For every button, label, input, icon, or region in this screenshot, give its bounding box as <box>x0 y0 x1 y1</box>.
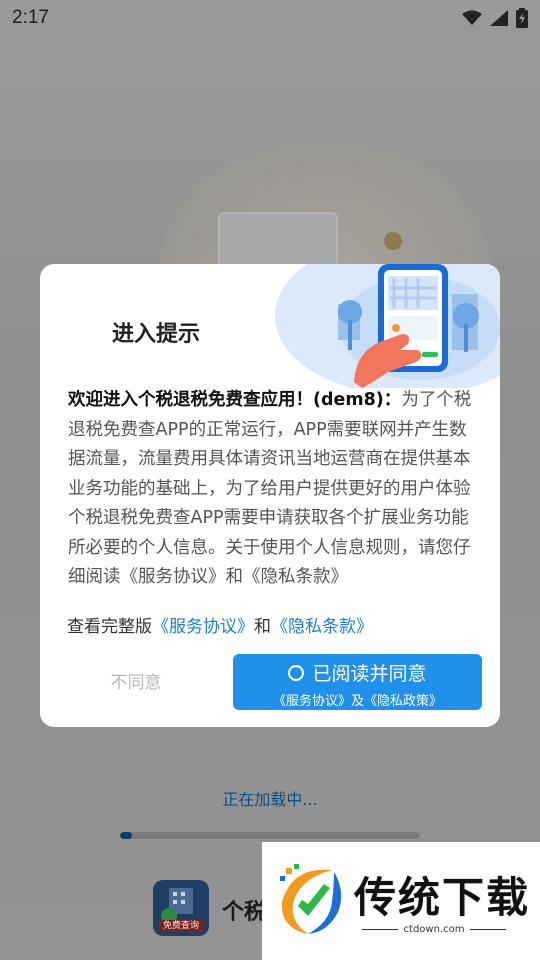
privacy-terms-link[interactable]: 《隐私条款》 <box>271 617 373 637</box>
agree-button-main: 已阅读并同意 <box>233 659 482 686</box>
agree-button-label: 已阅读并同意 <box>312 663 427 685</box>
links-prefix: 查看完整版 <box>67 617 152 637</box>
agree-button-sublabel: 《服务协议》及《隐私政策》 <box>272 694 442 709</box>
watermark-brand: 传统下载 <box>354 873 531 922</box>
radio-circle-icon <box>288 664 305 681</box>
loading-progress-bar <box>120 832 420 839</box>
app-name: 个税 <box>222 900 267 925</box>
battery-charging-icon <box>516 8 528 28</box>
disagree-button[interactable]: 不同意 <box>80 668 192 693</box>
watermark-logo-icon <box>280 864 342 934</box>
service-agreement-link[interactable]: 《服务协议》 <box>152 617 254 637</box>
cell-signal-icon <box>490 10 508 26</box>
loading-text: 正在加载中... <box>222 790 318 809</box>
consent-dialog: 进入提示 欢迎进入个税退税免费查应用！(dem8)：为了个税退税免费查APP的正… <box>40 264 500 727</box>
agree-button[interactable]: 已阅读并同意 《服务协议》及《隐私政策》 <box>233 654 482 710</box>
splash-decoration-dot <box>384 232 402 250</box>
loading-progress-fill <box>120 832 132 839</box>
dialog-body[interactable]: 欢迎进入个税退税免费查应用！(dem8)：为了个税退税免费查APP的正常运行，A… <box>68 386 472 598</box>
wifi-icon <box>462 10 482 25</box>
app-logo: 免费查询 <box>153 880 209 936</box>
dialog-title: 进入提示 <box>112 322 201 347</box>
watermark: 传统下载 ctdown.com <box>262 842 540 960</box>
status-bar: 2:17 <box>0 0 540 36</box>
agreement-links: 查看完整版《服务协议》和《隐私条款》 <box>67 612 373 637</box>
app-logo-tag: 免费查询 <box>159 920 203 932</box>
dialog-body-text: 为了个税退税免费查APP的正常运行，APP需要联网并产生数据流量，流量费用具体请… <box>68 390 472 587</box>
status-time: 2:17 <box>12 7 49 28</box>
status-icons <box>462 8 528 28</box>
phone-hand-illustration <box>275 264 500 388</box>
dialog-lead: 欢迎进入个税退税免费查应用！(dem8)： <box>68 390 402 410</box>
watermark-url: ctdown.com <box>354 924 514 935</box>
links-and: 和 <box>254 617 271 637</box>
